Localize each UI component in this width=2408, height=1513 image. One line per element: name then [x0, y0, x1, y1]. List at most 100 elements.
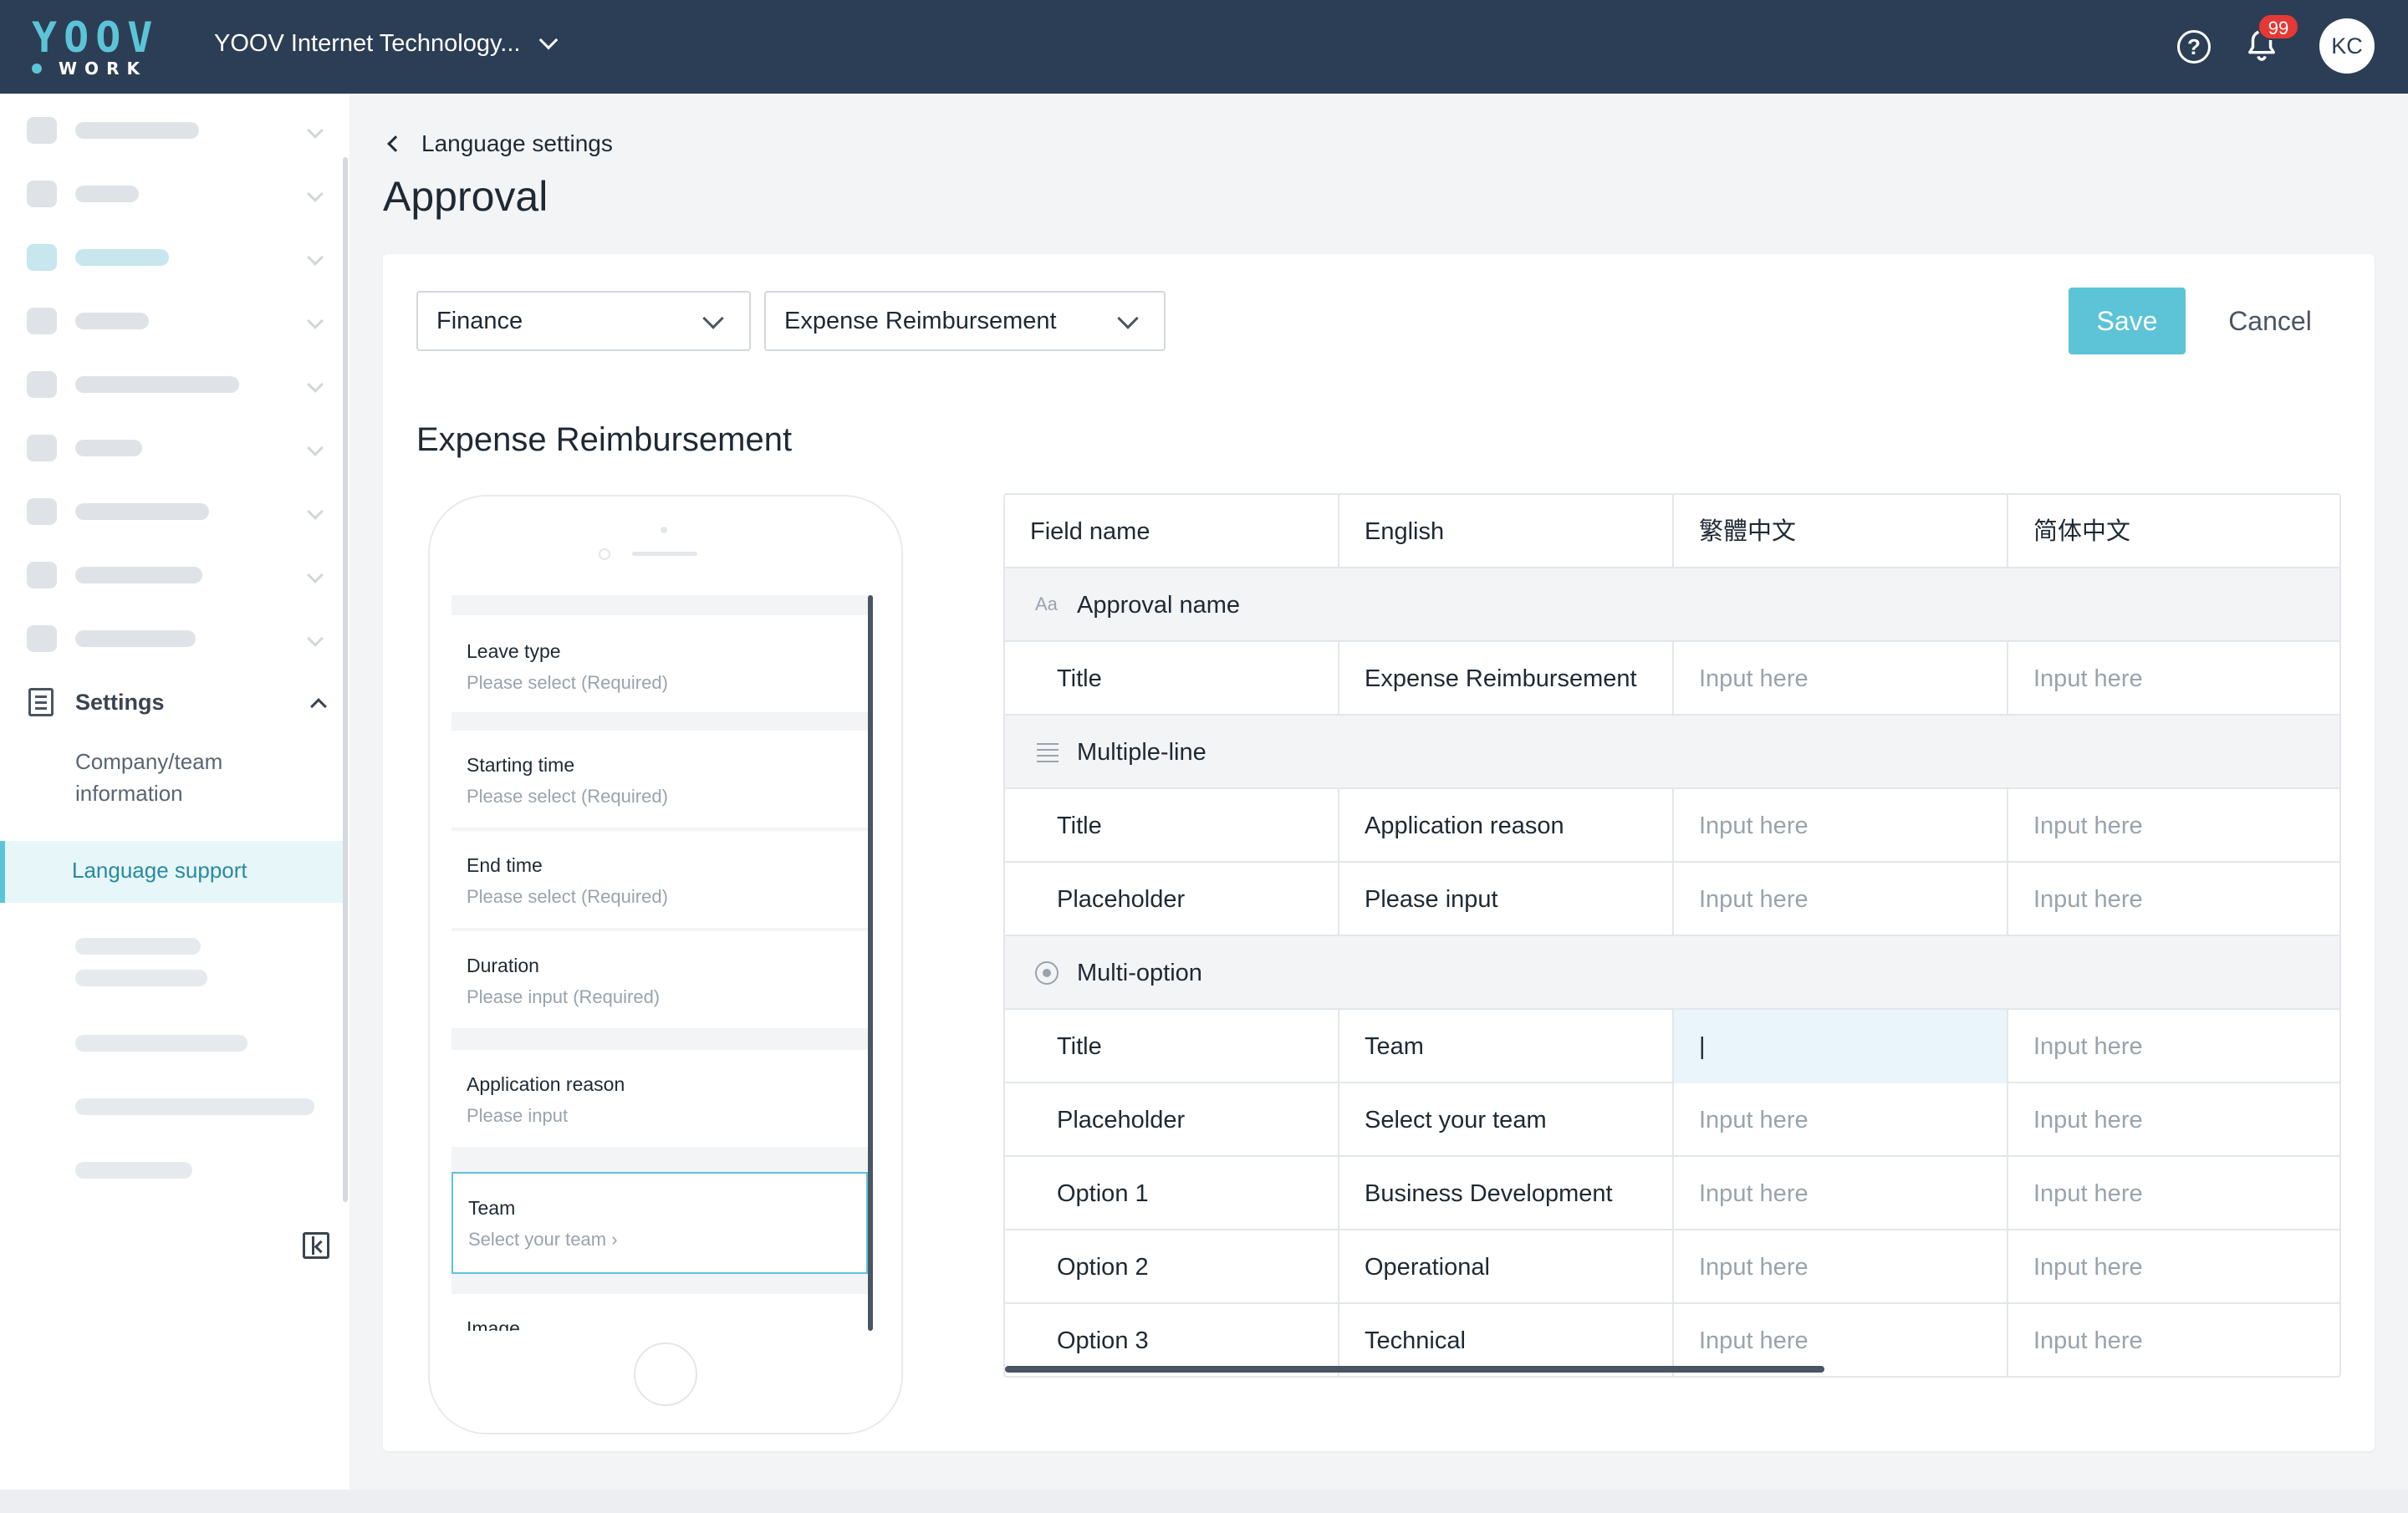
recruitment-icon: [27, 498, 57, 525]
preview-field-label: Duration: [467, 955, 539, 976]
simplified-chinese-input[interactable]: Input here: [2008, 863, 2339, 936]
chevron-down-icon: [307, 567, 324, 583]
group-row-approval-name: Aa Approval name: [1005, 568, 2339, 642]
traditional-chinese-input[interactable]: Input here: [1674, 642, 2008, 716]
sidebar-item-reservation[interactable]: [0, 550, 349, 600]
table-row: Placeholder Please input Input here Inpu…: [1005, 863, 2339, 936]
help-question-icon[interactable]: ?: [2177, 30, 2211, 64]
category-select[interactable]: Finance: [416, 291, 751, 351]
notification-badge: 99: [2258, 13, 2299, 40]
sidebar-subitem-subscription[interactable]: [75, 938, 201, 955]
sidebar-item-attendance[interactable]: [0, 105, 349, 155]
simplified-chinese-input[interactable]: Input here: [2008, 1157, 2339, 1230]
preview-field-placeholder: Please input (Required): [467, 986, 661, 1007]
chevron-down-icon: [702, 308, 724, 329]
simplified-chinese-input[interactable]: Input here: [2008, 1083, 2339, 1157]
page-title: Approval: [383, 173, 548, 220]
simplified-chinese-input[interactable]: Input here: [2008, 1230, 2339, 1304]
simplified-chinese-input[interactable]: Input here: [2008, 789, 2339, 863]
leave-icon: [27, 181, 57, 207]
sidebar-item-leave[interactable]: [0, 169, 349, 219]
table-row: Title Expense Reimbursement Input here I…: [1005, 642, 2339, 716]
phone-preview-screen[interactable]: Leave type Please select (Required) Star…: [452, 595, 871, 1331]
field-name-cell: Option 2: [1005, 1230, 1339, 1304]
chevron-left-icon: [387, 135, 404, 152]
preview-field-label: Application reason: [467, 1073, 625, 1095]
sidebar-item-permission[interactable]: [0, 614, 349, 664]
approval-icon: [27, 244, 57, 271]
preview-field-application-reason[interactable]: Application reason Please input: [452, 1050, 868, 1147]
preview-field-placeholder: Select your team ›: [468, 1229, 618, 1250]
sidebar-subitem-company-info[interactable]: Company/team information: [75, 746, 268, 809]
form-select-value: Expense Reimbursement: [784, 307, 1057, 334]
sidebar-subitem-working-location[interactable]: [75, 1035, 247, 1052]
reservation-icon: [27, 562, 57, 588]
logo-wordmark: YOOV: [32, 13, 160, 62]
sidebar-item-recruitment[interactable]: [0, 487, 349, 537]
sidebar-item-payroll[interactable]: [0, 296, 349, 346]
group-label: Multiple-line: [1077, 739, 1207, 766]
sidebar-subitem-activity-log[interactable]: [75, 1162, 192, 1179]
simplified-chinese-input[interactable]: Input here: [2008, 1010, 2339, 1083]
phone-home-button: [634, 1342, 697, 1406]
phone-preview-scrollbar[interactable]: [868, 595, 873, 1331]
page-bottom-strip: [0, 1490, 2408, 1513]
language-table: Field name English 繁體中文 简体中文 Aa Approval…: [1003, 493, 2341, 1378]
table-horizontal-scrollbar[interactable]: [1005, 1366, 1824, 1373]
table-row: Title Team | Input here: [1005, 1010, 2339, 1083]
simplified-chinese-input[interactable]: Input here: [2008, 1304, 2339, 1376]
building-icon: [28, 688, 54, 716]
traditional-chinese-input[interactable]: Input here: [1674, 1083, 2008, 1157]
sidebar-item-policy[interactable]: [0, 423, 349, 473]
preview-field-label: Image: [467, 1317, 520, 1331]
back-link[interactable]: Language settings: [383, 130, 613, 157]
organization-switcher[interactable]: YOOV Internet Technology...: [214, 30, 559, 58]
english-cell: Please input: [1339, 863, 1674, 936]
form-select[interactable]: Expense Reimbursement: [764, 291, 1166, 351]
chevron-down-icon: [307, 249, 324, 266]
preview-field-duration[interactable]: Duration Please input (Required): [452, 931, 868, 1028]
chevron-down-icon: [1117, 308, 1139, 329]
sidebar-item-announcement[interactable]: [0, 359, 349, 410]
preview-field-team[interactable]: Team Select your team ›: [452, 1172, 868, 1274]
preview-field-end-time[interactable]: End time Please select (Required): [452, 831, 868, 928]
table-row: Option 1 Business Development Input here…: [1005, 1157, 2339, 1230]
english-cell: Expense Reimbursement: [1339, 642, 1674, 716]
text-aa-icon: Aa: [1035, 593, 1058, 614]
traditional-chinese-input[interactable]: Input here: [1674, 1157, 2008, 1230]
preview-field-placeholder: Please select (Required): [467, 786, 668, 807]
english-cell: Team: [1339, 1010, 1674, 1083]
chevron-down-icon: [307, 440, 324, 456]
sidebar-scrollbar[interactable]: [343, 157, 348, 1202]
radio-option-icon: [1035, 961, 1059, 985]
traditional-chinese-input[interactable]: Input here: [1674, 863, 2008, 936]
collapse-sidebar-icon[interactable]: [303, 1232, 329, 1259]
preview-field-starting-time[interactable]: Starting time Please select (Required): [452, 731, 868, 828]
simplified-chinese-input[interactable]: Input here: [2008, 642, 2339, 716]
megaphone-icon: [27, 371, 57, 398]
cancel-button[interactable]: Cancel: [2207, 288, 2333, 354]
sidebar-item-settings[interactable]: Settings: [0, 677, 349, 727]
english-cell: Application reason: [1339, 789, 1674, 863]
preview-field-placeholder: Please select (Required): [467, 886, 668, 907]
traditional-chinese-input-focused[interactable]: |: [1674, 1010, 2008, 1083]
save-button[interactable]: Save: [2069, 288, 2186, 354]
table-row: Placeholder Select your team Input here …: [1005, 1083, 2339, 1157]
preview-field-label: Starting time: [467, 754, 575, 776]
user-avatar[interactable]: KC: [2319, 18, 2375, 74]
sidebar-subitem-language-support[interactable]: Language support: [0, 841, 346, 903]
preview-field-placeholder: Please input: [467, 1105, 569, 1126]
column-header-simplified-chinese: 简体中文: [2033, 518, 2131, 545]
sidebar-item-approval[interactable]: [0, 232, 349, 283]
preview-field-label: End time: [467, 854, 543, 876]
sidebar-subitem-client-management[interactable]: [75, 1098, 314, 1115]
field-name-cell: Placeholder: [1005, 863, 1339, 936]
preview-field-leave-type[interactable]: Leave type Please select (Required): [452, 615, 868, 712]
group-row-multi-option: Multi-option: [1005, 936, 2339, 1010]
yoov-work-logo[interactable]: YOOV WORK: [32, 13, 160, 79]
english-cell: Business Development: [1339, 1157, 1674, 1230]
sidebar-settings-label: Settings: [75, 689, 165, 715]
traditional-chinese-input[interactable]: Input here: [1674, 789, 2008, 863]
preview-field-image[interactable]: Image: [452, 1294, 868, 1331]
traditional-chinese-input[interactable]: Input here: [1674, 1230, 2008, 1304]
